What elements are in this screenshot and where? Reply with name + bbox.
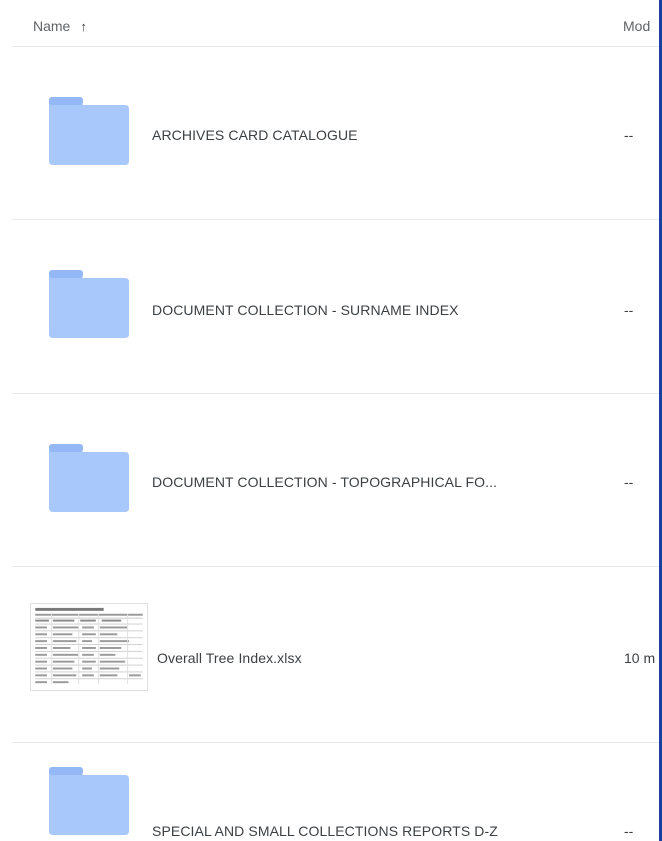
item-name: DOCUMENT COLLECTION - SURNAME INDEX (152, 302, 459, 318)
item-modified: -- (624, 127, 634, 143)
sort-ascending-icon[interactable]: ↑ (80, 20, 87, 33)
item-modified: 10 m (624, 650, 656, 666)
list-item[interactable]: DOCUMENT COLLECTION - TOPOGRAPHICAL FO..… (0, 394, 659, 566)
folder-icon (49, 767, 129, 835)
item-name: ARCHIVES CARD CATALOGUE (152, 127, 358, 143)
item-modified: -- (624, 823, 634, 839)
folder-icon (49, 444, 129, 512)
folder-icon (49, 97, 129, 165)
spreadsheet-thumbnail (30, 603, 148, 691)
modified-column-header[interactable]: Mod (623, 18, 650, 34)
list-header: Name ↑ Mod (0, 0, 659, 46)
item-name: SPECIAL AND SMALL COLLECTIONS REPORTS D-… (152, 823, 498, 839)
item-modified: -- (624, 474, 634, 490)
name-column-header[interactable]: Name ↑ (33, 18, 87, 34)
file-list: Name ↑ Mod ARCHIVES CARD CATALOGUE -- DO… (0, 0, 659, 841)
list-item[interactable]: SPECIAL AND SMALL COLLECTIONS REPORTS D-… (0, 743, 659, 841)
folder-icon (49, 270, 129, 338)
list-item[interactable]: ARCHIVES CARD CATALOGUE -- (0, 47, 659, 219)
item-name: DOCUMENT COLLECTION - TOPOGRAPHICAL FO..… (152, 474, 498, 490)
item-name: Overall Tree Index.xlsx (157, 650, 302, 666)
list-item[interactable]: Overall Tree Index.xlsx 10 m (0, 567, 659, 742)
list-item[interactable]: DOCUMENT COLLECTION - SURNAME INDEX -- (0, 220, 659, 393)
item-modified: -- (624, 302, 634, 318)
name-column-label: Name (33, 18, 71, 34)
